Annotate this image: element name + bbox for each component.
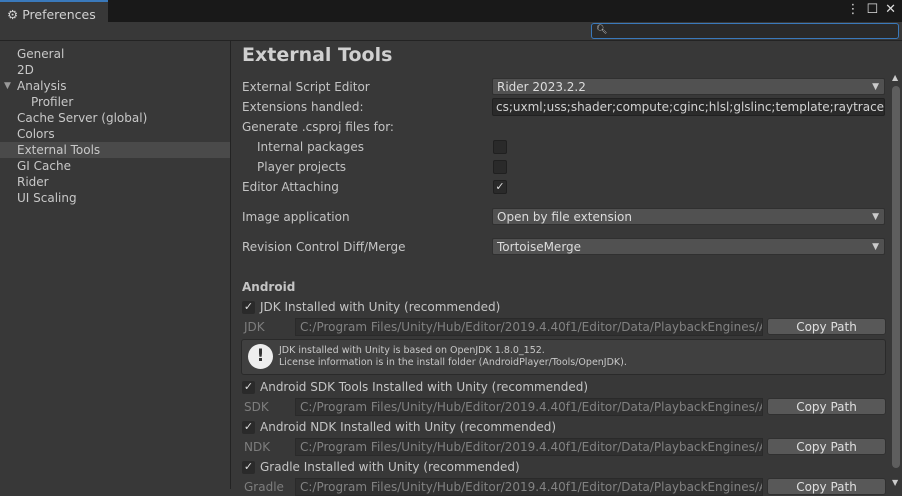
ndk-toggle[interactable]: ✓ Android NDK Installed with Unity (recom… xyxy=(242,420,556,434)
scrollbar-thumb[interactable] xyxy=(892,86,900,468)
internal-packages-checkbox[interactable] xyxy=(493,140,507,154)
ndk-copy-path-button[interactable]: Copy Path xyxy=(767,438,886,455)
player-projects-label: Player projects xyxy=(257,160,347,174)
jdk-label: JDK xyxy=(244,320,265,334)
sdk-path-field[interactable]: C:/Program Files/Unity/Hub/Editor/2019.4… xyxy=(295,398,763,416)
checkmark-icon: ✓ xyxy=(495,180,505,193)
expand-triangle-icon[interactable]: ▼ xyxy=(4,78,11,94)
maximize-icon[interactable]: ☐ xyxy=(866,2,878,17)
sidebar-item-gi-cache[interactable]: GI Cache xyxy=(0,158,230,174)
player-projects-checkbox[interactable] xyxy=(493,160,507,174)
sidebar-item-2d[interactable]: 2D xyxy=(0,62,230,78)
checkmark-icon[interactable]: ✓ xyxy=(242,460,255,474)
jdk-path-field[interactable]: C:/Program Files/Unity/Hub/Editor/2019.4… xyxy=(295,318,763,336)
android-header: Android xyxy=(242,280,296,294)
tab-bar xyxy=(0,0,902,22)
more-menu-icon[interactable]: ⋮ xyxy=(846,2,859,17)
chevron-down-icon: ▼ xyxy=(872,212,879,222)
revision-control-dropdown[interactable]: TortoiseMerge ▼ xyxy=(492,238,885,255)
jdk-toggle[interactable]: ✓ JDK Installed with Unity (recommended) xyxy=(242,300,500,314)
sidebar-item-colors[interactable]: Colors xyxy=(0,126,230,142)
chevron-down-icon: ▼ xyxy=(872,82,879,92)
page-title: External Tools xyxy=(242,44,393,66)
sidebar-item-rider[interactable]: Rider xyxy=(0,174,230,190)
checkmark-icon[interactable]: ✓ xyxy=(242,380,255,394)
scroll-up-arrow-icon[interactable]: ▲ xyxy=(892,73,898,82)
extensions-label: Extensions handled: xyxy=(242,100,364,114)
info-exclamation-icon: ! xyxy=(248,344,273,369)
sidebar-item-ui-scaling[interactable]: UI Scaling xyxy=(0,190,230,206)
external-script-editor-dropdown[interactable]: Rider 2023.2.2 ▼ xyxy=(492,78,885,95)
gear-icon: ⚙ xyxy=(7,6,19,22)
sidebar-item-analysis[interactable]: ▼ Analysis xyxy=(0,78,230,94)
editor-attaching-checkbox[interactable]: ✓ xyxy=(493,180,507,194)
revision-control-label: Revision Control Diff/Merge xyxy=(242,240,406,254)
sdk-copy-path-button[interactable]: Copy Path xyxy=(767,398,886,415)
search-input[interactable]: 🔍︎ xyxy=(591,23,899,39)
sidebar-item-external-tools[interactable]: External Tools xyxy=(0,142,230,158)
chevron-down-icon: ▼ xyxy=(872,242,879,252)
gradle-toggle[interactable]: ✓ Gradle Installed with Unity (recommende… xyxy=(242,460,520,474)
sdk-toggle[interactable]: ✓ Android SDK Tools Installed with Unity … xyxy=(242,380,588,394)
jdk-copy-path-button[interactable]: Copy Path xyxy=(767,318,886,335)
gradle-copy-path-button[interactable]: Copy Path xyxy=(767,478,886,495)
sidebar: General 2D ▼ Analysis Profiler Cache Serv… xyxy=(0,41,231,489)
search-icon: 🔍︎ xyxy=(596,25,608,35)
image-application-dropdown[interactable]: Open by file extension ▼ xyxy=(492,208,885,225)
internal-packages-label: Internal packages xyxy=(257,140,364,154)
close-icon[interactable]: ✕ xyxy=(885,2,896,17)
external-script-editor-label: External Script Editor xyxy=(242,80,370,94)
checkmark-icon[interactable]: ✓ xyxy=(242,300,255,314)
gradle-path-field[interactable]: C:/Program Files/Unity/Hub/Editor/2019.4… xyxy=(295,478,763,496)
csproj-label: Generate .csproj files for: xyxy=(242,120,394,134)
sdk-label: SDK xyxy=(244,400,269,414)
jdk-help-box: ! JDK installed with Unity is based on Op… xyxy=(241,339,886,375)
sidebar-item-cache-server[interactable]: Cache Server (global) xyxy=(0,110,230,126)
ndk-path-field[interactable]: C:/Program Files/Unity/Hub/Editor/2019.4… xyxy=(295,438,763,456)
checkmark-icon[interactable]: ✓ xyxy=(242,420,255,434)
extensions-input[interactable]: cs;uxml;uss;shader;compute;cginc;hlsl;gl… xyxy=(492,98,885,116)
ndk-label: NDK xyxy=(244,440,271,454)
window-controls: ⋮ ☐ ✕ xyxy=(846,2,896,17)
scroll-down-arrow-icon[interactable]: ▼ xyxy=(892,478,898,487)
tab-preferences[interactable]: ⚙ Preferences xyxy=(0,0,108,23)
sidebar-item-general[interactable]: General xyxy=(0,46,230,62)
image-application-label: Image application xyxy=(242,210,350,224)
sidebar-item-profiler[interactable]: Profiler xyxy=(0,94,230,110)
gradle-label: Gradle xyxy=(244,480,284,494)
editor-attaching-label: Editor Attaching xyxy=(242,180,339,194)
